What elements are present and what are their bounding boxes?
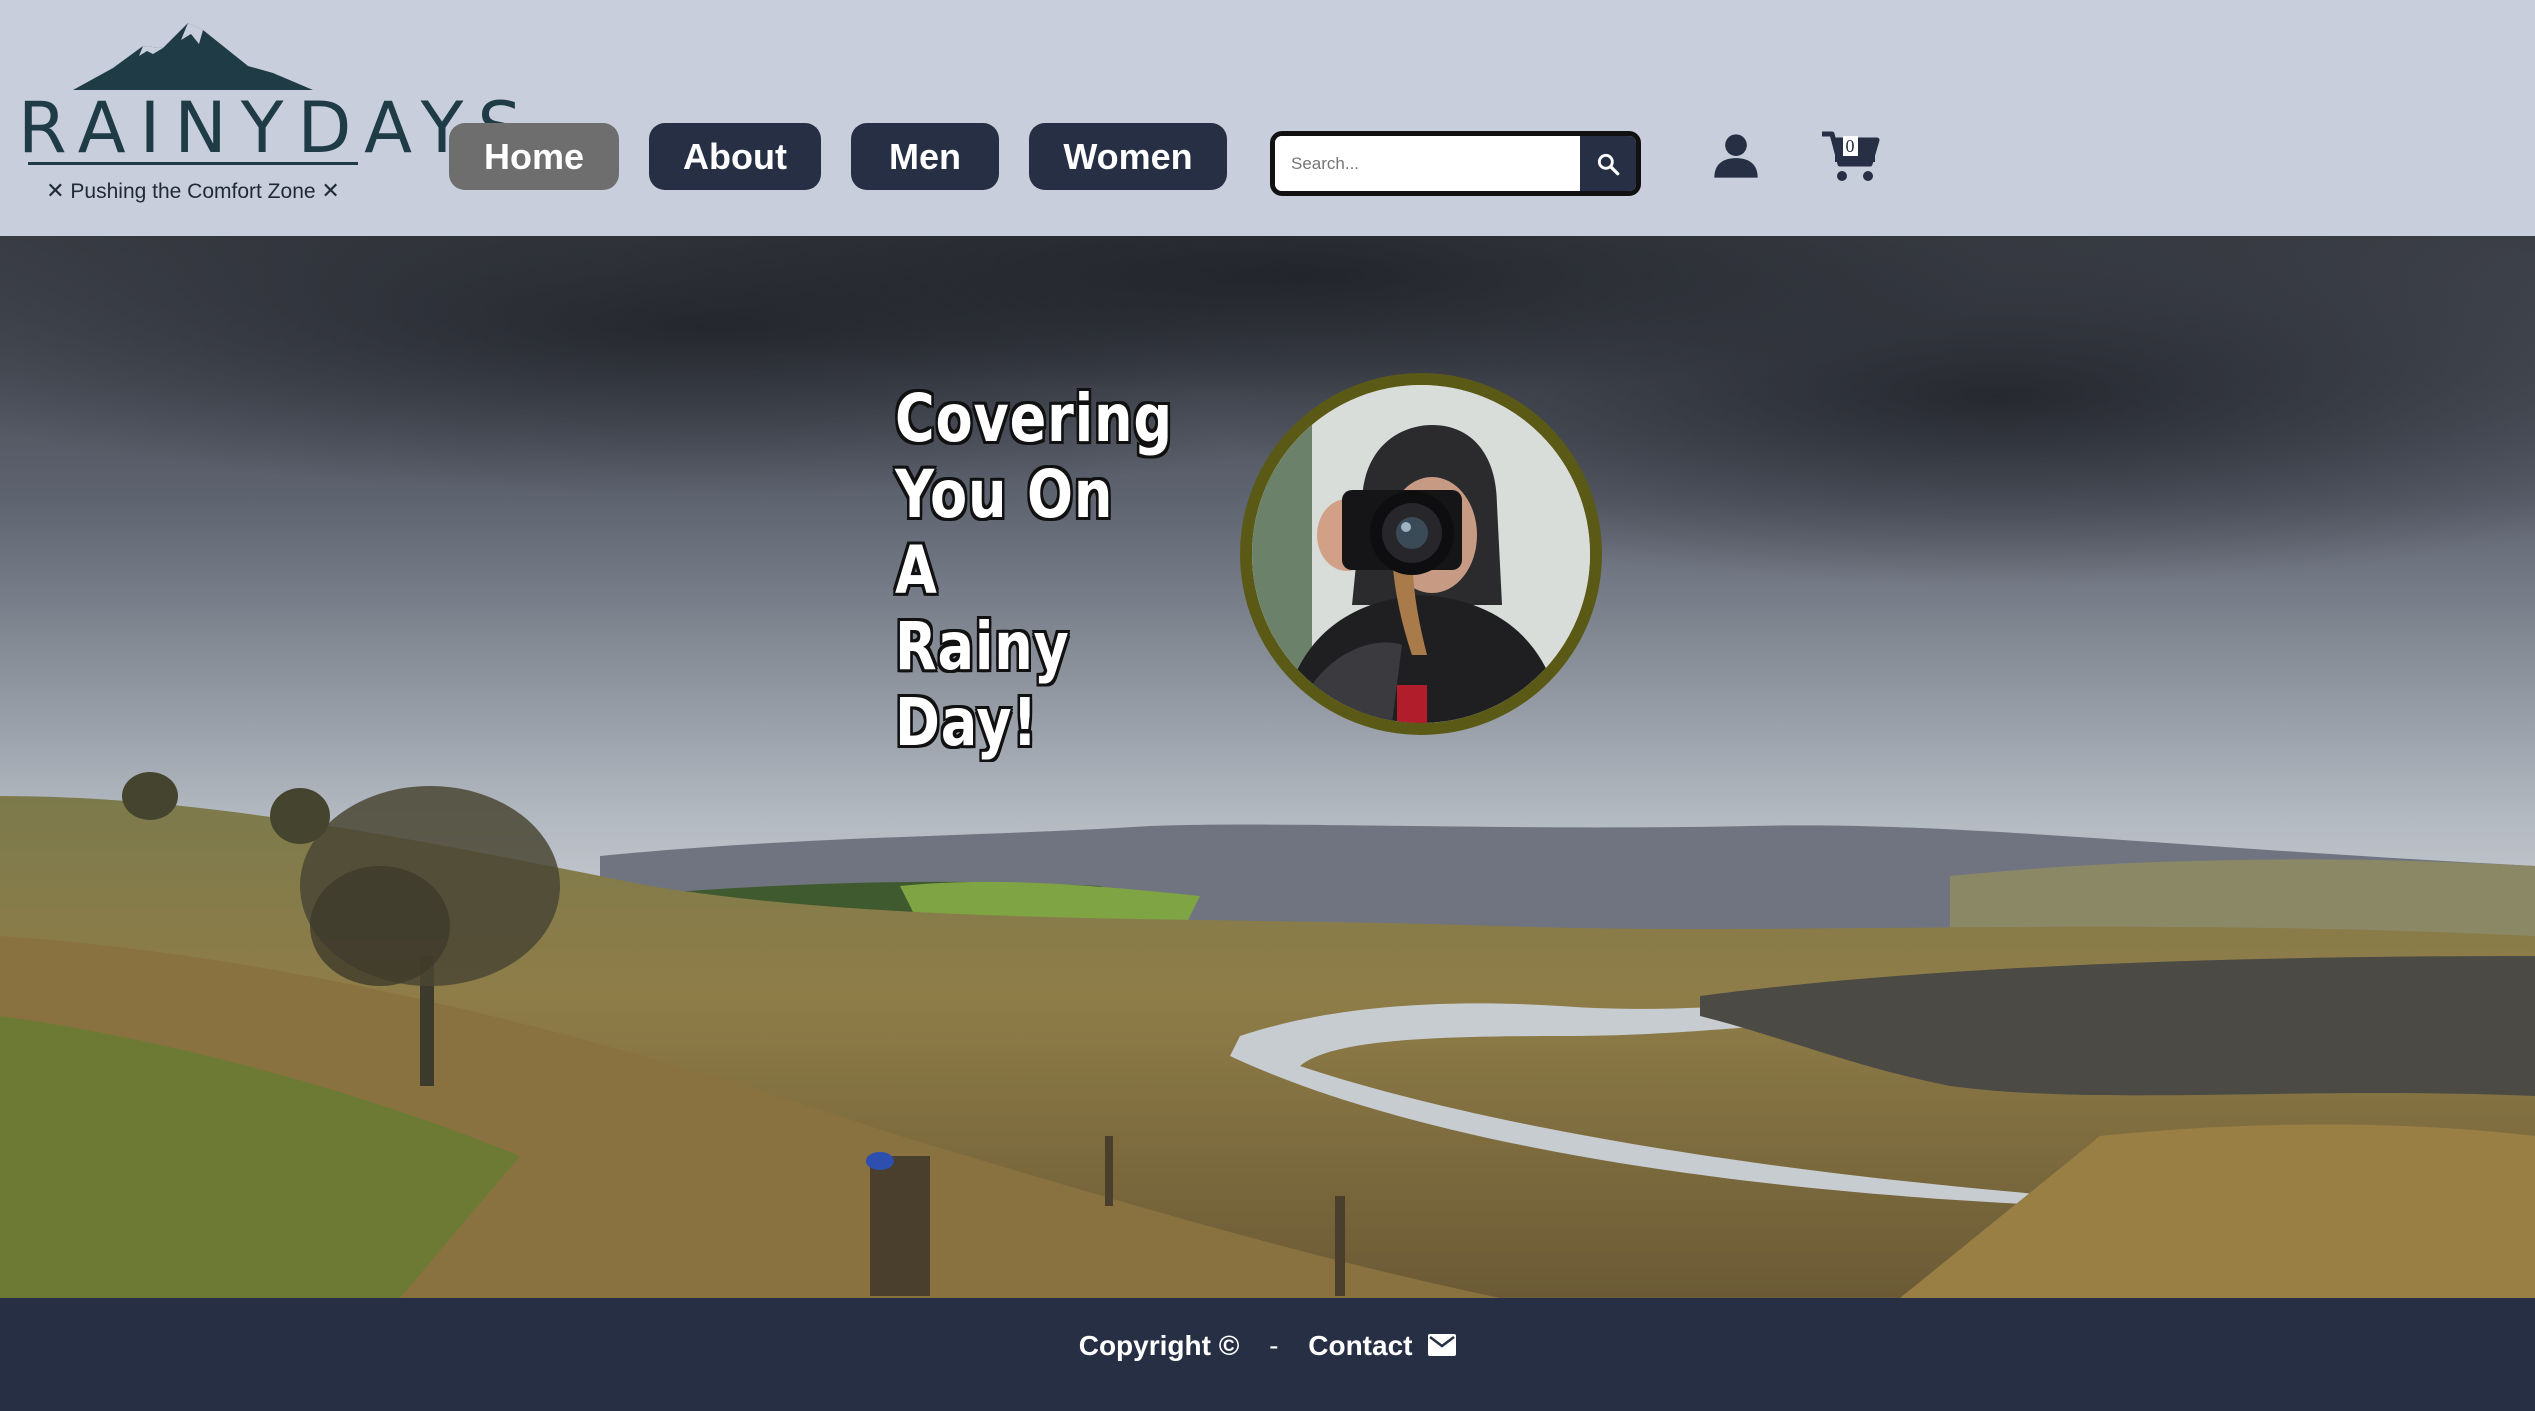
close-x-icon: ✕ [46,178,65,203]
cart-count-badge: 0 [1820,136,1880,157]
logo-tagline: ✕ Pushing the Comfort Zone ✕ [18,178,368,204]
close-x-icon: ✕ [321,178,340,203]
cart-button[interactable]: 0 [1820,128,1880,184]
photographer-photo [1240,373,1602,735]
site-logo[interactable]: RAINYDAYS ✕ Pushing the Comfort Zone ✕ [18,18,536,208]
footer-separator: - [1269,1330,1279,1361]
landscape-background-image [0,236,2535,1298]
logo-divider [28,162,358,165]
copyright-text: Copyright © [1078,1330,1240,1361]
logo-wordmark: RAINYDAYS [18,87,536,169]
search-icon [1597,153,1620,175]
nav-women-button[interactable]: Women [1029,123,1227,190]
photographer-image [1252,385,1590,723]
footer-content: Copyright © - Contact [0,1330,2535,1362]
search-bar [1270,131,1641,196]
nav-men-button[interactable]: Men [851,123,999,190]
nav-home-button[interactable]: Home [449,123,619,190]
site-footer: Copyright © - Contact [0,1298,2535,1411]
tagline-text: Pushing the Comfort Zone [70,180,316,203]
nav-about-button[interactable]: About [649,123,821,190]
search-input[interactable] [1275,136,1581,191]
hero-headline-line: Covering [895,380,1173,457]
hero-banner: Covering You On A Rainy Day! [0,236,2535,1298]
hero-headline-line: You On A [895,456,1114,609]
user-icon[interactable] [1710,130,1762,182]
contact-link[interactable]: Contact [1308,1330,1412,1361]
search-button[interactable] [1580,136,1636,191]
site-header: RAINYDAYS ✕ Pushing the Comfort Zone ✕ H… [0,0,2535,236]
hero-headline: Covering You On A Rainy Day! [895,381,1174,761]
mail-icon[interactable] [1428,1333,1457,1356]
hero-headline-line: Rainy Day! [895,608,1070,761]
mountains-logo-icon [73,23,313,90]
